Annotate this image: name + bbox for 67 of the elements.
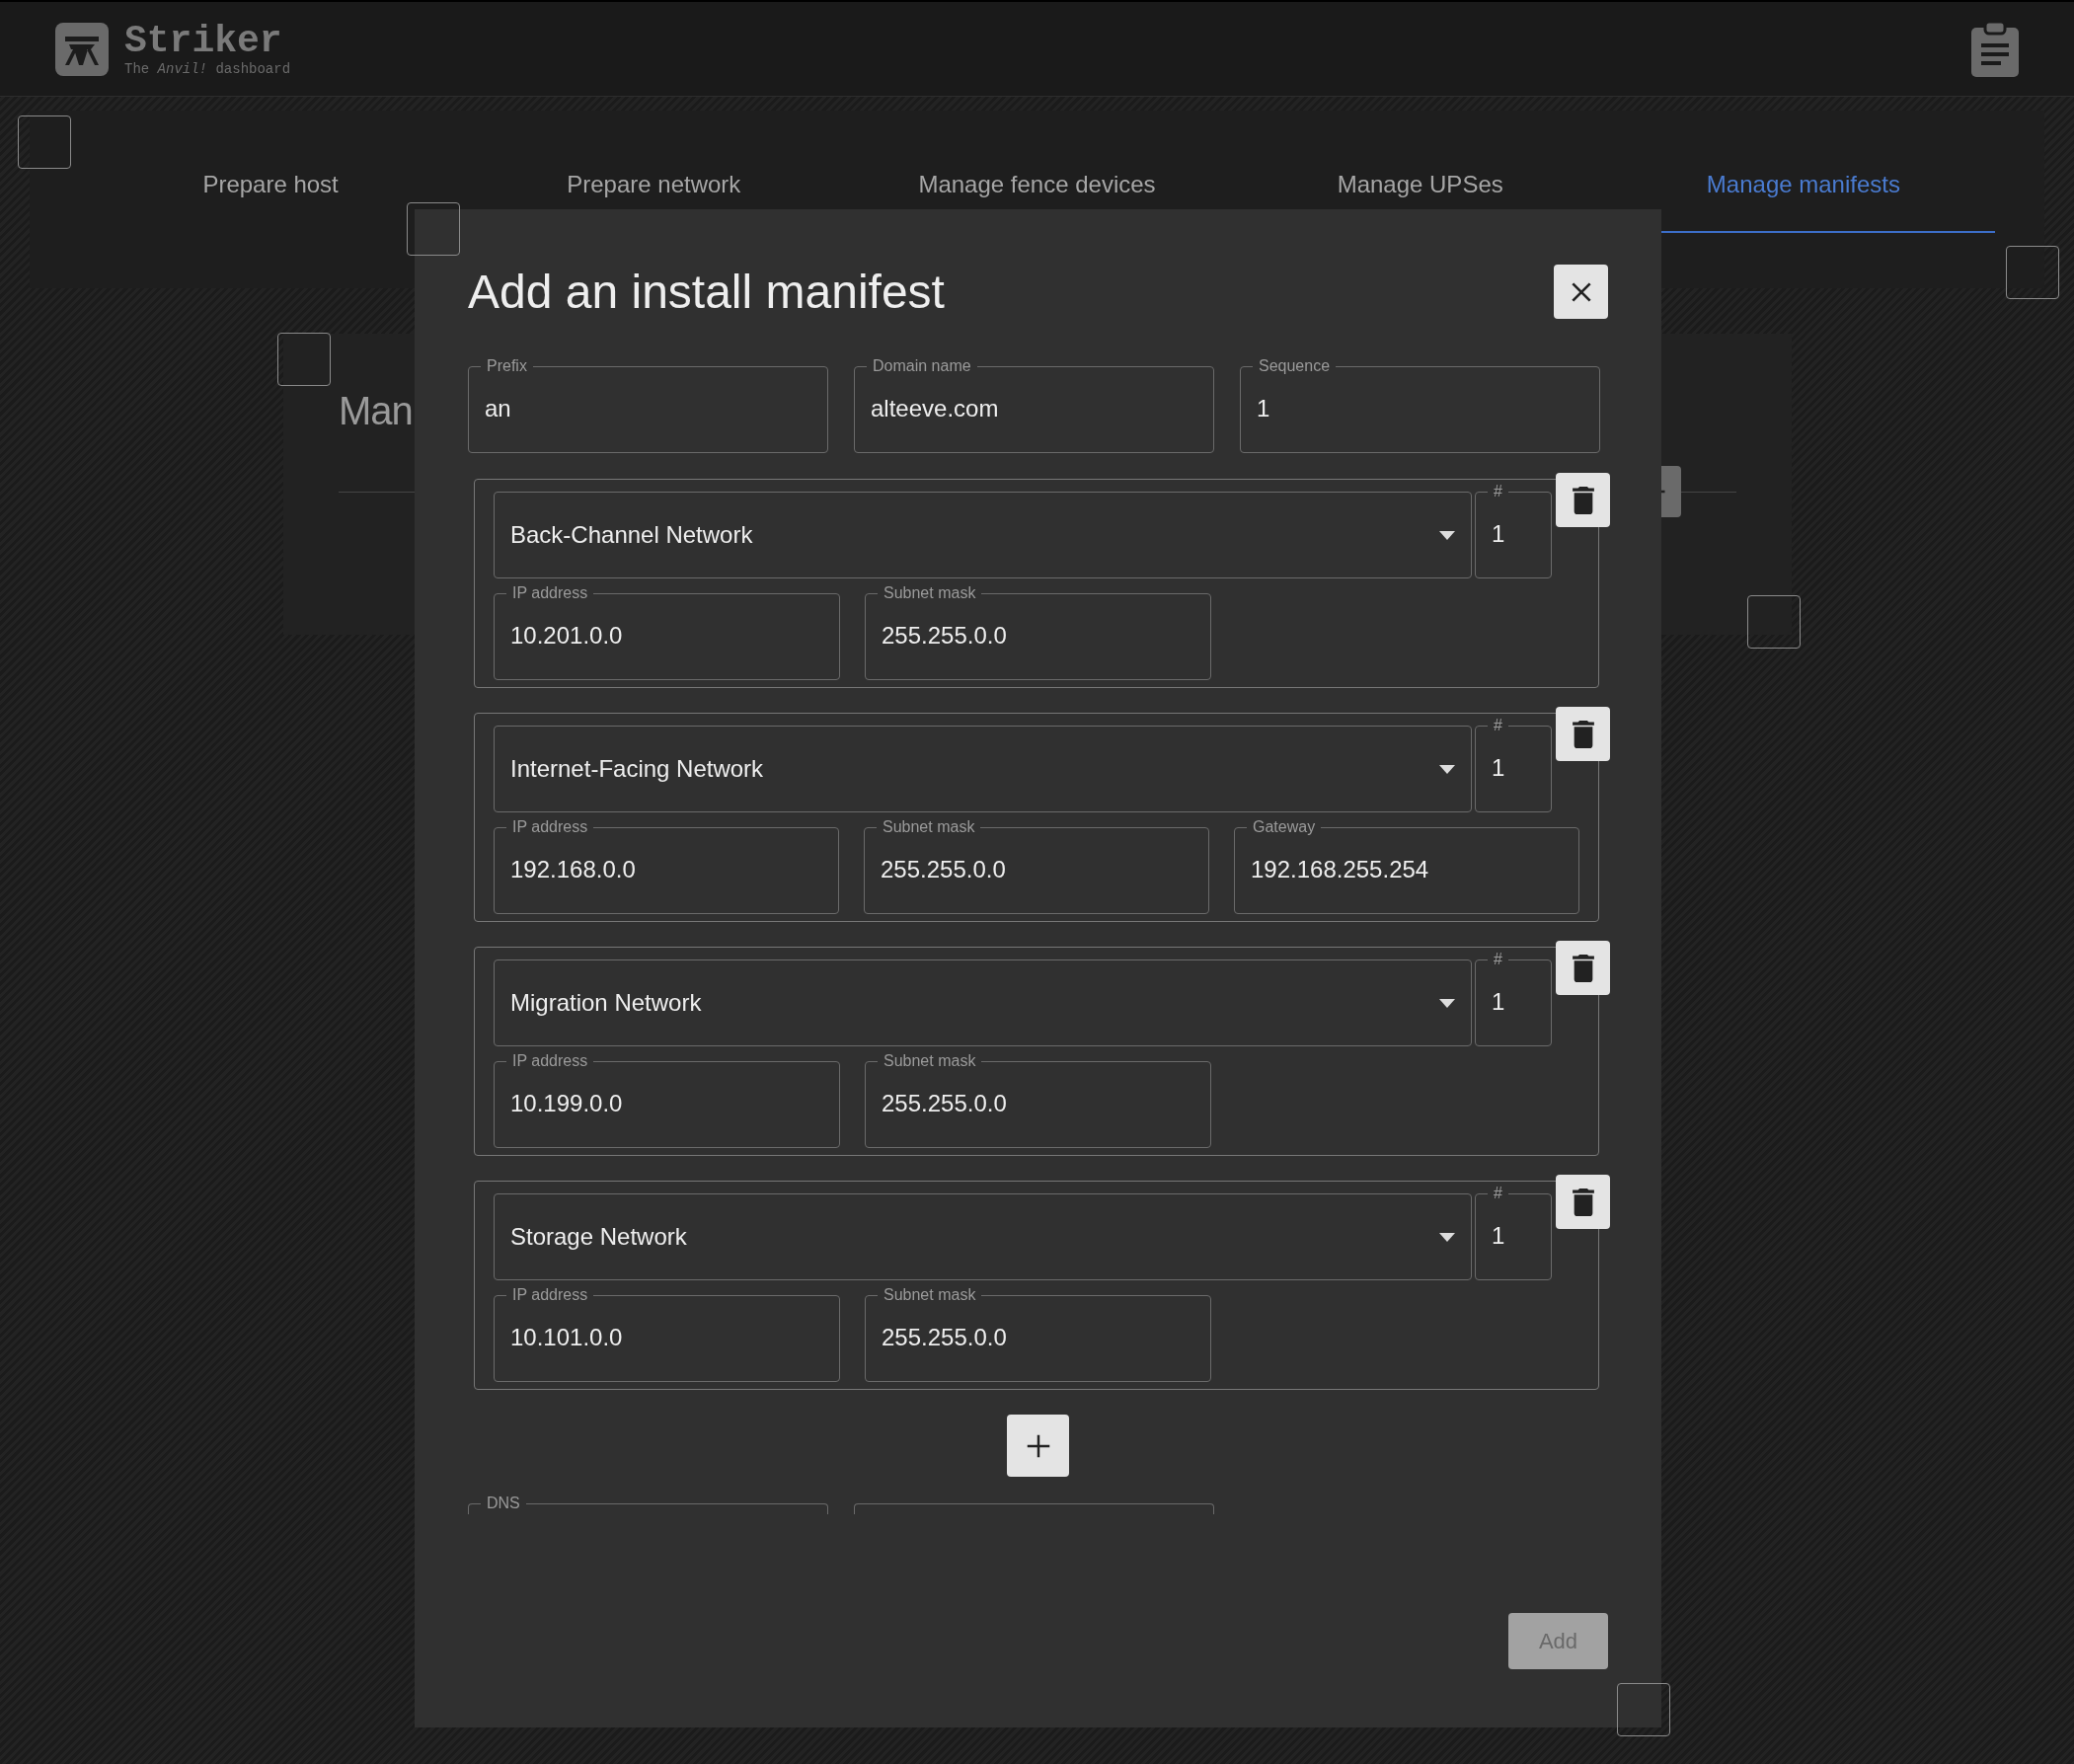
clipboard-icon[interactable] [1971,21,2019,77]
dropdown-field[interactable]: Back-Channel Network [494,492,1472,578]
field-label: IP address [511,583,589,603]
field-label: # [1493,950,1503,969]
delete-button[interactable] [1556,941,1610,995]
dropdown-field[interactable]: Migration Network [494,959,1472,1046]
field-label: IP address [511,817,589,837]
field-label: Subnet mask [883,1285,977,1305]
field-value[interactable]: 255.255.0.0 [878,1086,1198,1121]
field-label: Sequence [1258,356,1332,376]
tab[interactable]: Manage UPSes [1228,168,1612,233]
delete-button[interactable] [1556,1175,1610,1229]
field-label: IP address [511,1285,589,1305]
field-label: Domain name [872,356,972,376]
field-value[interactable]: 1 [1488,1218,1539,1254]
field-label: # [1493,1184,1503,1203]
field-value[interactable]: an [481,391,815,426]
field-value[interactable]: 255.255.0.0 [878,1320,1198,1355]
field-label: Subnet mask [882,817,976,837]
delete-button[interactable] [1556,473,1610,527]
empty-frame [1747,595,1801,649]
field-value[interactable]: 255.255.0.0 [877,852,1196,887]
field-value[interactable]: 1 [1488,984,1539,1020]
tab[interactable]: Prepare host [79,168,463,233]
field-label: Prefix [486,356,528,376]
empty-frame [18,115,71,169]
field-value[interactable]: 10.201.0.0 [506,618,827,653]
field-value[interactable]: 192.168.0.0 [506,852,826,887]
dropdown-field[interactable]: Internet-Facing Network [494,726,1472,812]
field-value[interactable]: 1 [1488,750,1539,786]
field-label: # [1493,716,1503,735]
trash-icon [1571,486,1595,514]
field-value[interactable]: 10.199.0.0 [506,1086,827,1121]
field-value[interactable]: 255.255.0.0 [878,618,1198,653]
field-label: Gateway [1252,817,1317,837]
field-value[interactable]: alteeve.com [867,391,1201,426]
field-label: Subnet mask [883,583,977,603]
tab[interactable]: Manage fence devices [845,168,1229,233]
app-subtitle: The Anvil! dashboard [124,61,291,76]
panel-title: Man [339,391,413,430]
add-network-button[interactable] [1007,1415,1069,1477]
trash-icon [1571,720,1595,748]
dropdown-field[interactable]: Storage Network [494,1193,1472,1280]
caret-icon [1439,1232,1455,1242]
logo-icon [55,22,109,76]
field-value[interactable]: 1 [1253,391,1587,426]
dialog-title: Add an install manifest [468,268,945,316]
field-label: DNS [486,1494,521,1513]
delete-button[interactable] [1556,707,1610,761]
tab[interactable]: Prepare network [462,168,846,233]
field-value[interactable]: 192.168.255.254 [1247,852,1567,887]
caret-icon [1439,764,1455,774]
field-label: Subnet mask [883,1051,977,1071]
close-button[interactable] [1554,265,1608,319]
field-label: IP address [511,1051,589,1071]
field-label: # [1493,482,1503,501]
caret-icon [1439,530,1455,540]
caret-icon [1439,998,1455,1008]
empty-frame [1617,1683,1670,1736]
empty-frame [2006,246,2059,299]
empty-frame [407,202,460,256]
field-value[interactable]: 1 [1488,516,1539,552]
app-title: Striker [124,22,283,60]
empty-frame [277,333,331,386]
field-value[interactable]: 10.101.0.0 [506,1320,827,1355]
trash-icon [1571,1188,1595,1216]
trash-icon [1571,954,1595,982]
